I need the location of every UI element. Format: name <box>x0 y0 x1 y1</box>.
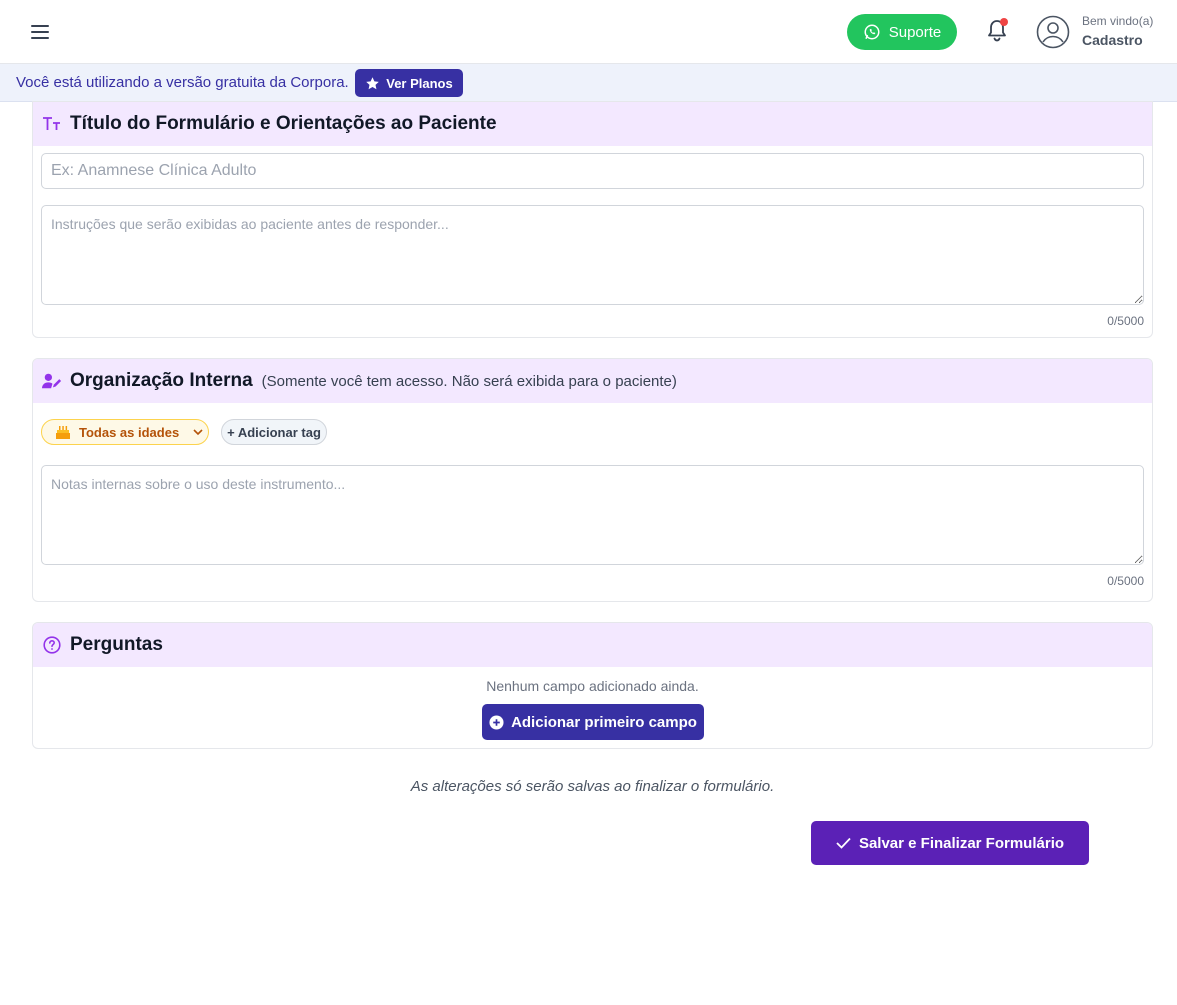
questions-section-header: Perguntas <box>33 623 1152 667</box>
welcome-text: Bem vindo(a) <box>1082 14 1154 28</box>
questions-heading: Perguntas <box>70 634 163 655</box>
star-icon <box>366 76 379 89</box>
user-avatar-icon[interactable] <box>1036 15 1070 49</box>
hamburger-menu-icon[interactable] <box>28 20 52 44</box>
notification-dot <box>1000 18 1008 26</box>
text-size-icon <box>42 114 62 134</box>
internal-organization-header: Organização Interna (Somente você tem ac… <box>33 359 1152 403</box>
save-notice: As alterações só serão salvas ao finaliz… <box>410 778 775 795</box>
patient-instructions-textarea[interactable] <box>41 205 1144 305</box>
internal-organization-subheading: (Somente você tem acesso. Não será exibi… <box>261 372 677 390</box>
view-plans-button[interactable]: Ver Planos <box>355 69 463 97</box>
age-range-label: Todas as idades <box>79 424 180 440</box>
user-edit-icon <box>42 371 62 391</box>
add-tag-button[interactable]: + Adicionar tag <box>221 419 327 445</box>
form-title-section-header: Título do Formulário e Orientações ao Pa… <box>33 102 1152 146</box>
question-circle-icon <box>42 635 62 655</box>
form-title-input[interactable] <box>41 153 1144 189</box>
user-name[interactable]: Cadastro <box>1082 32 1143 48</box>
plan-banner-text: Você está utilizando a versão gratuita d… <box>16 74 349 91</box>
check-icon <box>836 837 851 849</box>
plan-banner: Você está utilizando a versão gratuita d… <box>0 64 1177 102</box>
birthday-cake-icon <box>56 426 70 439</box>
questions-section: Perguntas Nenhum campo adicionado ainda.… <box>32 622 1153 749</box>
form-title-section: Título do Formulário e Orientações ao Pa… <box>32 101 1153 338</box>
internal-organization-heading: Organização Interna <box>70 370 253 391</box>
internal-organization-section: Organização Interna (Somente você tem ac… <box>32 358 1153 602</box>
no-fields-message: Nenhum campo adicionado ainda. <box>486 678 699 694</box>
plus-circle-icon <box>489 714 504 730</box>
add-first-field-label: Adicionar primeiro campo <box>511 713 697 731</box>
age-range-dropdown[interactable]: Todas as idades <box>41 419 209 445</box>
notes-char-counter: 0/5000 <box>1107 574 1144 588</box>
instructions-char-counter: 0/5000 <box>1107 314 1144 328</box>
save-and-finish-button[interactable]: Salvar e Finalizar Formulário <box>811 821 1089 865</box>
whatsapp-icon <box>864 24 880 40</box>
top-header: Suporte Bem vindo(a) Cadastro <box>0 0 1177 64</box>
form-title-section-heading: Título do Formulário e Orientações ao Pa… <box>70 113 497 134</box>
view-plans-label: Ver Planos <box>386 75 453 91</box>
support-label: Suporte <box>888 23 942 41</box>
internal-notes-textarea[interactable] <box>41 465 1144 565</box>
save-and-finish-label: Salvar e Finalizar Formulário <box>858 834 1065 852</box>
add-first-field-button[interactable]: Adicionar primeiro campo <box>482 704 704 740</box>
chevron-down-icon <box>193 428 203 435</box>
support-button[interactable]: Suporte <box>847 14 957 50</box>
